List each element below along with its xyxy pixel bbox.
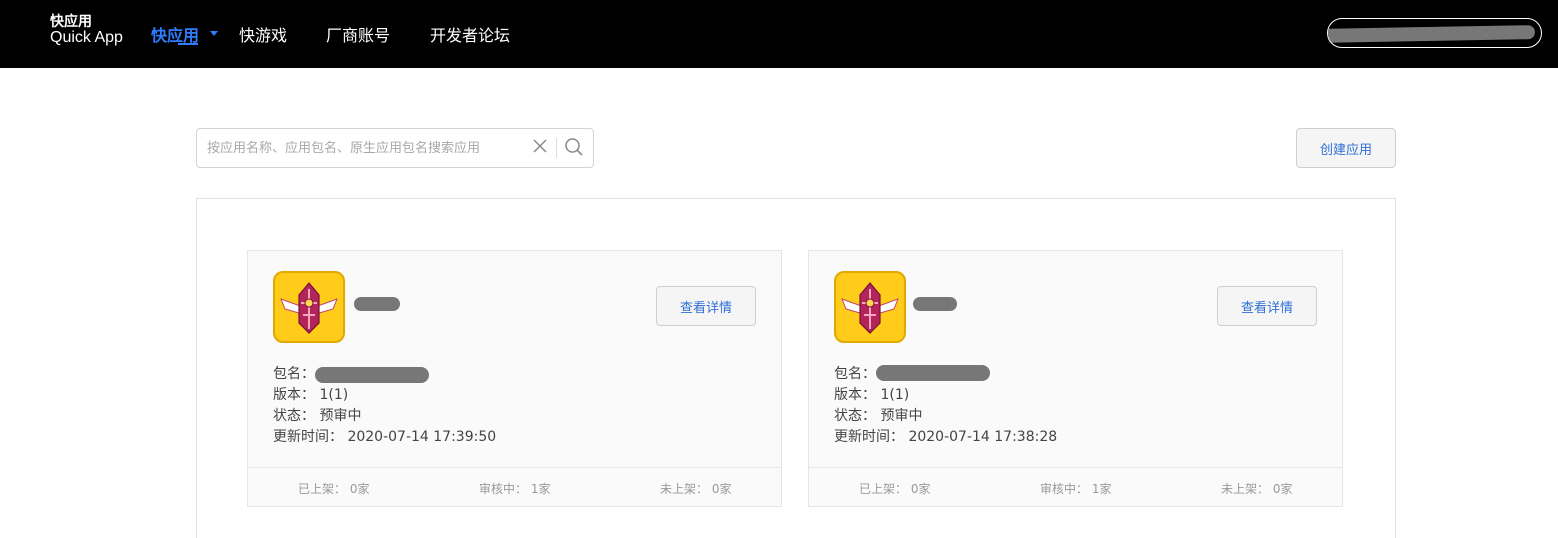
logo-text-cn: 快应用 — [50, 14, 92, 30]
reviewing-count: 审核中： 1家 — [1040, 482, 1112, 496]
search-icon[interactable] — [564, 137, 584, 157]
redacted-package-name — [315, 367, 429, 383]
listed-count: 已上架： 0家 — [298, 482, 370, 496]
updated-value: 2020-07-14 17:38:28 — [908, 429, 1058, 445]
updated-row: 更新时间： 2020-07-14 17:38:28 — [834, 427, 1057, 448]
nav-quick-game[interactable]: 快游戏 — [239, 0, 287, 68]
version-label: 版本： — [834, 387, 876, 403]
version-row: 版本： 1(1) — [834, 385, 909, 406]
version-row: 版本： 1(1) — [273, 385, 348, 406]
package-row: 包名： — [834, 364, 876, 385]
status-label: 状态： — [834, 408, 876, 424]
updated-value: 2020-07-14 17:39:50 — [347, 429, 497, 445]
redacted-app-name — [354, 297, 400, 311]
search-input[interactable] — [207, 138, 527, 158]
version-label: 版本： — [273, 387, 315, 403]
package-label: 包名： — [273, 366, 315, 382]
redacted-username — [1328, 25, 1536, 43]
status-row: 状态： 预审中 — [834, 406, 922, 427]
listed-count: 已上架： 0家 — [859, 482, 931, 496]
version-value: 1(1) — [319, 387, 349, 403]
nav-label: 厂商账号 — [326, 26, 391, 45]
redacted-package-name — [876, 365, 990, 381]
card-stats-footer: 已上架： 0家 审核中： 1家 未上架： 0家 — [809, 467, 1342, 507]
quick-app-logo[interactable]: 快应用 Quick App — [50, 14, 123, 46]
app-card: 查看详情 包名： 版本： 1(1) 状态： 预审中 更新时间： 2020-07-… — [247, 250, 782, 507]
app-card: 查看详情 包名： 版本： 1(1) 状态： 预审中 更新时间： 2020-07-… — [808, 250, 1343, 507]
nav-developer-forum[interactable]: 开发者论坛 — [430, 0, 510, 68]
user-account-menu[interactable] — [1327, 18, 1542, 48]
reviewing-count: 审核中： 1家 — [479, 482, 551, 496]
top-navigation-bar: 快应用 Quick App 快应用 快游戏 厂商账号 开发者论坛 — [0, 0, 1558, 68]
status-value: 预审中 — [319, 408, 362, 424]
search-divider — [556, 138, 557, 158]
card-stats-footer: 已上架： 0家 审核中： 1家 未上架： 0家 — [248, 467, 781, 507]
unlisted-count: 未上架： 0家 — [660, 482, 732, 496]
chevron-down-icon[interactable] — [210, 31, 218, 36]
view-details-button[interactable]: 查看详情 — [656, 286, 756, 326]
redacted-app-name — [913, 297, 957, 311]
updated-row: 更新时间： 2020-07-14 17:39:50 — [273, 427, 496, 448]
active-underline — [178, 43, 198, 45]
status-value: 预审中 — [880, 408, 923, 424]
nav-label: 开发者论坛 — [430, 26, 511, 45]
package-row: 包名： — [273, 364, 315, 385]
create-app-button[interactable]: 创建应用 — [1296, 128, 1396, 168]
package-label: 包名： — [834, 366, 876, 382]
logo-text-en: Quick App — [50, 29, 123, 46]
version-value: 1(1) — [880, 387, 910, 403]
unlisted-count: 未上架： 0家 — [1221, 482, 1293, 496]
nav-quick-app[interactable]: 快应用 — [151, 0, 199, 68]
status-row: 状态： 预审中 — [273, 406, 361, 427]
app-logo-icon[interactable] — [834, 271, 906, 343]
updated-label: 更新时间： — [273, 429, 343, 445]
clear-icon[interactable] — [533, 139, 547, 153]
nav-label: 快游戏 — [239, 26, 288, 45]
status-label: 状态： — [273, 408, 315, 424]
view-details-button[interactable]: 查看详情 — [1217, 286, 1317, 326]
nav-vendor-account[interactable]: 厂商账号 — [326, 0, 390, 68]
updated-label: 更新时间： — [834, 429, 904, 445]
app-logo-icon[interactable] — [273, 271, 345, 343]
